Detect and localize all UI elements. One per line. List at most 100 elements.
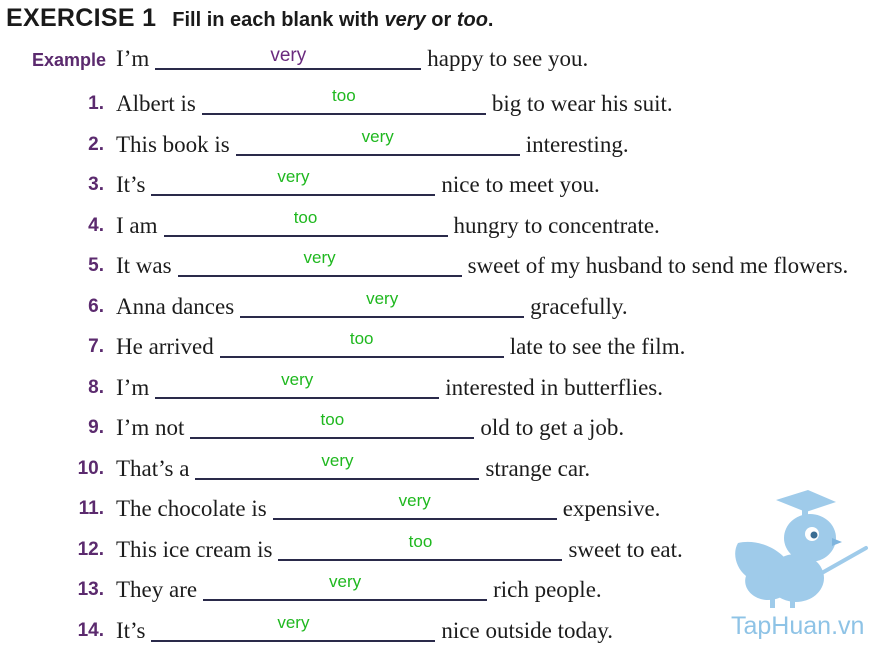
answer-text: too (332, 86, 356, 105)
item-number: 12. (77, 538, 104, 560)
item-number: 2. (88, 133, 104, 155)
exercise-header: EXERCISE 1 Fill in each blank with very o… (6, 4, 493, 33)
answer-text: too (349, 329, 374, 348)
item-number: 4. (88, 214, 104, 236)
item-text-after: sweet to eat. (568, 536, 683, 562)
item-text-after: late to see the film. (509, 334, 686, 359)
item-text-after: interesting. (525, 131, 629, 157)
item-number: 14. (77, 619, 104, 641)
item-text-after: strange car. (485, 455, 591, 481)
exercise-item: 3. It’s very nice to meet you. (88, 167, 600, 200)
example-blank: very (155, 44, 422, 74)
answer-text: very (321, 450, 354, 470)
answer-text: very (329, 572, 362, 591)
answer-text: very (366, 288, 399, 308)
item-text-before: Albert is (116, 91, 196, 116)
item-number: 7. (88, 336, 104, 357)
example-label: Example (32, 50, 107, 70)
item-text-after: old to get a job. (480, 415, 625, 440)
exercise-item: 12. This ice cream is too sweet to eat. (78, 532, 683, 565)
answer-blank[interactable]: very (235, 127, 520, 160)
item-text-after: interested in butterflies. (445, 374, 664, 400)
answer-text: very (281, 369, 314, 389)
answer-text: too (320, 410, 345, 429)
item-text-before: I am (116, 212, 158, 238)
item-text-after: expensive. (562, 496, 661, 521)
item-text-before: I’m (116, 374, 150, 400)
instruction-or: or (425, 9, 457, 31)
item-number: 10. (77, 457, 104, 479)
exercise-item: 7. He arrived too late to see the film. (88, 329, 686, 362)
exercise-item: 2. This book is very interesting. (88, 127, 629, 160)
item-number: 3. (88, 174, 104, 195)
answer-blank[interactable]: too (219, 329, 504, 362)
answer-text: very (277, 612, 310, 632)
exercise-item: 6. Anna dances very gracefully. (88, 289, 628, 322)
answer-blank[interactable]: too (163, 208, 448, 241)
item-number: 13. (77, 579, 104, 600)
answer-blank[interactable]: very (177, 248, 462, 281)
answer-text: very (277, 167, 310, 186)
example-before: I’m (116, 46, 150, 71)
option-too: too (456, 9, 488, 31)
item-number: 8. (88, 376, 104, 398)
answer-blank[interactable]: very (203, 572, 488, 605)
item-text-after: gracefully. (530, 293, 628, 319)
item-text-before: This book is (116, 131, 230, 157)
item-text-after: rich people. (493, 577, 602, 602)
option-very: very (384, 9, 426, 31)
item-number: 11. (78, 498, 104, 519)
answer-text: too (408, 531, 433, 551)
item-text-after: big to wear his suit. (491, 91, 673, 116)
answer-text: very (398, 491, 431, 510)
instruction-prefix: Fill in each blank with (172, 9, 385, 31)
exercise-item: 1. Albert is too big to wear his suit. (88, 86, 673, 119)
item-text-before: The chocolate is (116, 496, 267, 521)
exercise-item: 14. It’s very nice outside today. (78, 613, 613, 646)
exercise-item: 4. I am too hungry to concentrate. (88, 208, 660, 241)
exercise-item: 5. It was very sweet of my husband to send … (88, 248, 849, 281)
item-text-after: sweet of my husband to send me flowers. (467, 253, 849, 278)
item-text-before: I’m not (116, 415, 185, 440)
item-number: 5. (88, 255, 104, 276)
example-row: Example I’m very happy to see you. (32, 44, 588, 74)
answer-blank[interactable]: very (155, 370, 440, 403)
item-text-before: It was (116, 253, 172, 278)
item-text-before: He arrived (116, 334, 214, 359)
example-after: happy to see you. (427, 46, 589, 71)
exercise-instruction: Fill in each blank with very or too. (172, 9, 493, 31)
item-number: 1. (88, 93, 104, 114)
answer-blank[interactable]: very (151, 613, 436, 646)
brand-watermark: TapHuan.vn (731, 612, 865, 640)
bird-graduate-icon (735, 490, 868, 608)
item-text-after: nice to meet you. (441, 172, 600, 197)
item-text-after: nice outside today. (441, 617, 613, 643)
item-text-before: Anna dances (116, 293, 235, 319)
item-text-after: hungry to concentrate. (453, 212, 660, 238)
exercise-label: EXERCISE 1 (6, 4, 157, 32)
answer-blank[interactable]: too (201, 86, 486, 119)
exercise-item: 13. They are very rich people. (78, 572, 602, 605)
answer-text: too (293, 207, 318, 227)
exercise-item: 9. I’m not too old to get a job. (88, 410, 625, 443)
item-text-before: This ice cream is (116, 536, 273, 562)
item-number: 6. (88, 295, 104, 317)
item-number: 9. (88, 417, 104, 438)
item-text-before: They are (116, 577, 198, 602)
exercise-item: 8. I’m very interested in butterflies. (88, 370, 664, 403)
exercise-item: 11. The chocolate is very expensive. (79, 491, 661, 524)
instruction-suffix: . (487, 9, 494, 31)
answer-text: very (361, 126, 394, 146)
answer-blank[interactable]: very (272, 491, 557, 524)
answer-blank[interactable]: too (190, 410, 475, 443)
item-text-before: It’s (116, 172, 146, 197)
answer-blank[interactable]: very (195, 451, 480, 484)
example-answer: very (270, 45, 307, 66)
exercise-item: 10. That’s a very strange car. (78, 451, 591, 484)
answer-text: very (303, 248, 336, 267)
answer-blank[interactable]: very (240, 289, 525, 322)
item-text-before: It’s (116, 617, 146, 643)
item-text-before: That’s a (116, 455, 190, 481)
answer-blank[interactable]: too (278, 532, 563, 565)
answer-blank[interactable]: very (151, 167, 436, 200)
